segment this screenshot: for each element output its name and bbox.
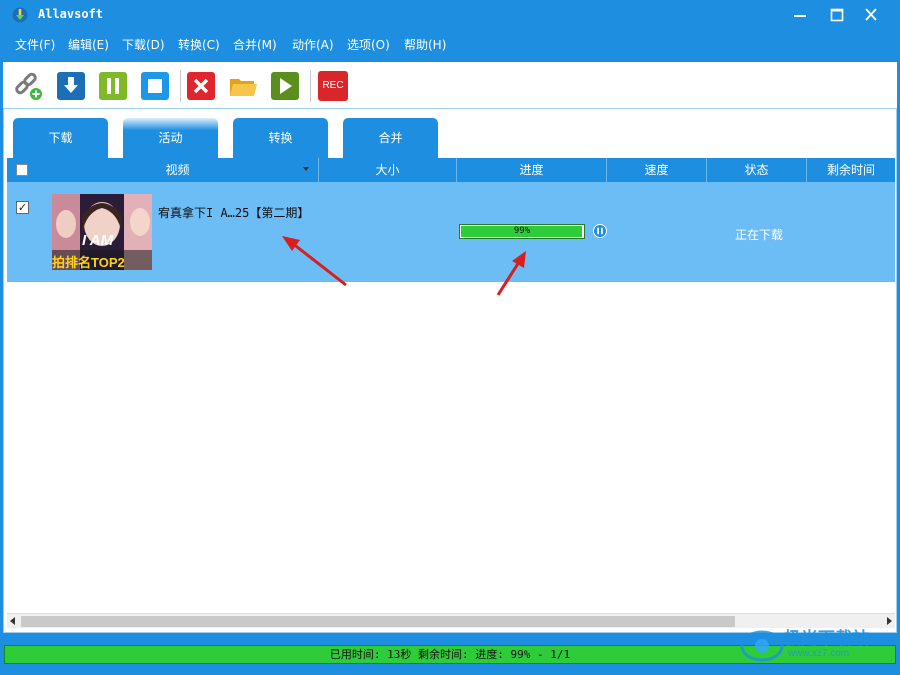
download-button[interactable]	[56, 71, 86, 101]
column-header-time-left[interactable]: 剩余时间	[807, 158, 895, 182]
maximize-icon[interactable]	[822, 4, 852, 26]
paste-link-button[interactable]	[13, 71, 43, 101]
record-button[interactable]: REC	[318, 71, 348, 101]
delete-button[interactable]	[186, 71, 216, 101]
column-header-size[interactable]: 大小	[319, 158, 457, 182]
menu-options[interactable]: 选项(O)	[347, 36, 390, 53]
row-checkbox[interactable]: ✓	[16, 201, 29, 214]
app-logo-icon	[12, 7, 28, 23]
toolbar: REC	[3, 62, 897, 108]
video-title: 宥真拿下I A…25【第二期】	[158, 206, 310, 220]
table-header: 视频 大小 进度 速度 状态 剩余时间	[7, 158, 895, 182]
title-bar: Allavsoft	[0, 0, 900, 30]
stop-button[interactable]	[140, 71, 170, 101]
status-text: 正在下载	[734, 228, 783, 242]
watermark-url: www.xz7.com	[788, 648, 850, 659]
tab-convert[interactable]: 转换	[233, 118, 328, 159]
toolbar-separator	[180, 70, 181, 102]
menu-edit[interactable]: 编辑(E)	[68, 36, 109, 53]
open-folder-button[interactable]	[228, 71, 258, 101]
tab-active[interactable]: 活动	[123, 118, 218, 159]
thumbnail-text: I AM	[82, 232, 114, 249]
thumbnail-caption: 拍排名TOP2	[52, 255, 125, 270]
row-progress-bar: 99%	[459, 224, 585, 239]
menu-download[interactable]: 下载(D)	[122, 36, 165, 53]
watermark: 极光下载站 www.xz7.com	[740, 622, 900, 666]
tab-download[interactable]: 下载	[13, 118, 108, 159]
menu-merge[interactable]: 合并(M)	[233, 36, 277, 53]
main-panel: 下载 活动 转换 合并 视频 大小 进度 速度 状态 剩余时间 ✓ I AM 拍…	[3, 108, 897, 633]
pause-download-icon[interactable]	[593, 224, 607, 238]
scrollbar-thumb[interactable]	[21, 616, 735, 627]
toolbar-separator	[310, 70, 311, 102]
window-title: Allavsoft	[38, 7, 104, 21]
video-thumbnail: I AM 拍排名TOP2	[52, 194, 152, 270]
menu-file[interactable]: 文件(F)	[15, 36, 55, 53]
play-button[interactable]	[270, 71, 300, 101]
menu-help[interactable]: 帮助(H)	[404, 36, 446, 53]
menu-action[interactable]: 动作(A)	[292, 36, 334, 53]
table-row[interactable]: ✓ I AM 拍排名TOP2 宥真拿下I A…25【第二期】 99% 正在下载	[7, 182, 895, 282]
column-header-speed[interactable]: 速度	[607, 158, 707, 182]
watermark-logo-icon	[740, 630, 784, 662]
column-header-video[interactable]: 视频	[37, 158, 319, 182]
pause-button[interactable]	[98, 71, 128, 101]
column-header-progress[interactable]: 进度	[457, 158, 607, 182]
row-progress-label: 99%	[513, 226, 531, 236]
sort-arrow-icon	[303, 167, 309, 171]
select-all-checkbox[interactable]	[16, 164, 28, 176]
column-header-status[interactable]: 状态	[707, 158, 807, 182]
minimize-icon[interactable]	[785, 4, 815, 26]
close-icon[interactable]	[856, 4, 886, 26]
menu-bar: 文件(F) 编辑(E) 下载(D) 转换(C) 合并(M) 动作(A) 选项(O…	[0, 30, 900, 56]
menu-convert[interactable]: 转换(C)	[178, 36, 220, 53]
watermark-text: 极光下载站	[784, 629, 869, 649]
scroll-left-icon[interactable]	[10, 617, 15, 625]
tab-merge[interactable]: 合并	[343, 118, 438, 159]
